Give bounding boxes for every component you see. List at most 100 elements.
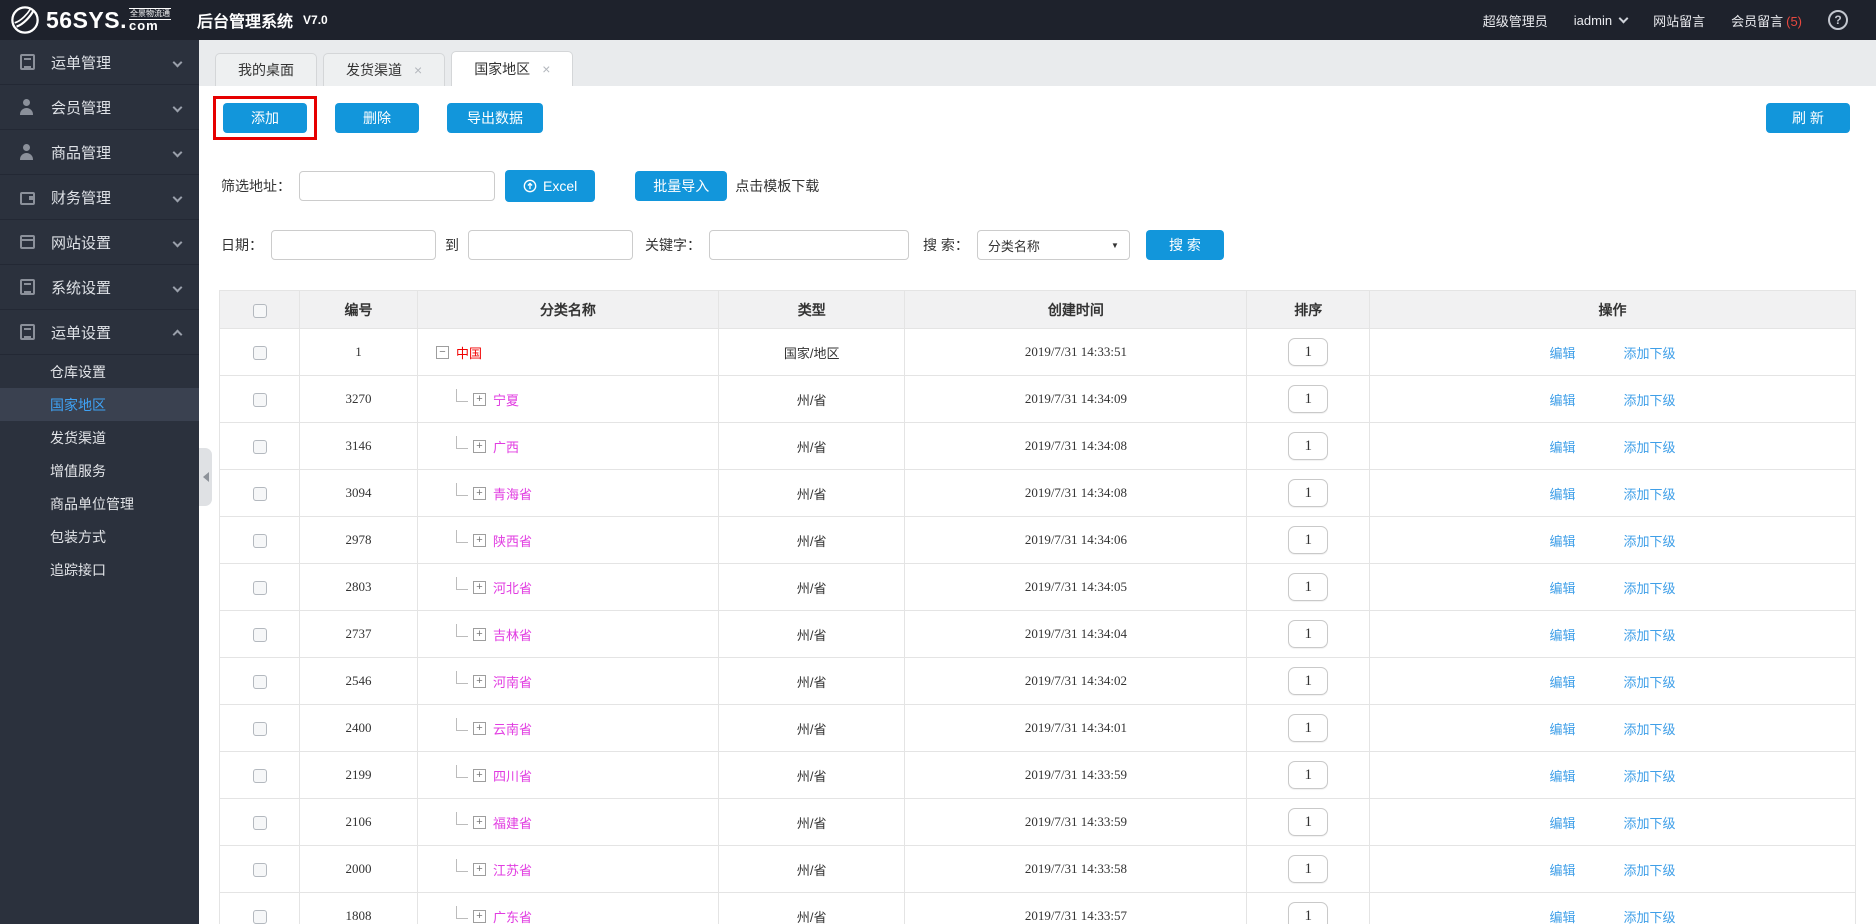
collapse-sidebar-handle[interactable] <box>199 448 212 506</box>
row-checkbox[interactable] <box>253 628 267 642</box>
sidebar-subitem-3[interactable]: 发货渠道 <box>0 421 199 454</box>
sort-input[interactable]: 1 <box>1288 855 1328 883</box>
row-checkbox[interactable] <box>253 675 267 689</box>
region-name[interactable]: 青海省 <box>493 484 532 503</box>
row-checkbox[interactable] <box>253 487 267 501</box>
region-name[interactable]: 福建省 <box>493 813 532 832</box>
row-checkbox[interactable] <box>253 910 267 924</box>
sort-input[interactable]: 1 <box>1288 808 1328 836</box>
sidebar-item-5[interactable]: 网站设置 <box>0 220 199 265</box>
nav-site-messages[interactable]: 网站留言 <box>1653 11 1705 30</box>
edit-link[interactable]: 编辑 <box>1550 719 1576 738</box>
add-child-link[interactable]: 添加下级 <box>1624 343 1676 362</box>
add-child-link[interactable]: 添加下级 <box>1624 484 1676 503</box>
template-download-hint[interactable]: 点击模板下载 <box>735 176 819 196</box>
edit-link[interactable]: 编辑 <box>1550 437 1576 456</box>
row-checkbox[interactable] <box>253 581 267 595</box>
tree-expand-icon[interactable]: + <box>473 393 486 406</box>
row-checkbox[interactable] <box>253 440 267 454</box>
edit-link[interactable]: 编辑 <box>1550 578 1576 597</box>
sidebar-subitem-7[interactable]: 追踪接口 <box>0 553 199 586</box>
region-name[interactable]: 河北省 <box>493 578 532 597</box>
row-checkbox[interactable] <box>253 346 267 360</box>
sidebar-item-6[interactable]: 系统设置 <box>0 265 199 310</box>
sort-input[interactable]: 1 <box>1288 714 1328 742</box>
region-name[interactable]: 广东省 <box>493 907 532 924</box>
edit-link[interactable]: 编辑 <box>1550 672 1576 691</box>
nav-member-messages[interactable]: 会员留言(5) <box>1731 11 1802 30</box>
delete-button[interactable]: 删除 <box>335 103 419 133</box>
sidebar-item-1[interactable]: 运单管理 <box>0 40 199 85</box>
tree-expand-icon[interactable]: + <box>473 675 486 688</box>
refresh-button[interactable]: 刷 新 <box>1766 103 1850 133</box>
row-checkbox[interactable] <box>253 863 267 877</box>
sort-input[interactable]: 1 <box>1288 902 1328 924</box>
region-name[interactable]: 吉林省 <box>493 625 532 644</box>
tree-expand-icon[interactable]: + <box>473 581 486 594</box>
tab-close-icon[interactable]: × <box>542 62 550 76</box>
sort-input[interactable]: 1 <box>1288 338 1328 366</box>
row-checkbox[interactable] <box>253 816 267 830</box>
region-name[interactable]: 云南省 <box>493 719 532 738</box>
sidebar-subitem-1[interactable]: 仓库设置 <box>0 355 199 388</box>
edit-link[interactable]: 编辑 <box>1550 625 1576 644</box>
sort-input[interactable]: 1 <box>1288 620 1328 648</box>
add-button[interactable]: 添加 <box>223 103 307 133</box>
add-child-link[interactable]: 添加下级 <box>1624 390 1676 409</box>
edit-link[interactable]: 编辑 <box>1550 390 1576 409</box>
sort-input[interactable]: 1 <box>1288 479 1328 507</box>
date-from-input[interactable] <box>271 230 436 260</box>
region-name[interactable]: 广西 <box>493 437 519 456</box>
row-checkbox[interactable] <box>253 722 267 736</box>
row-checkbox[interactable] <box>253 393 267 407</box>
add-child-link[interactable]: 添加下级 <box>1624 719 1676 738</box>
tree-collapse-icon[interactable]: − <box>436 346 449 359</box>
edit-link[interactable]: 编辑 <box>1550 766 1576 785</box>
tree-expand-icon[interactable]: + <box>473 722 486 735</box>
sidebar-item-7[interactable]: 运单设置 <box>0 310 199 355</box>
bulk-import-button[interactable]: 批量导入 <box>635 171 727 201</box>
sidebar-subitem-2[interactable]: 国家地区 <box>0 388 199 421</box>
date-to-input[interactable] <box>468 230 633 260</box>
add-child-link[interactable]: 添加下级 <box>1624 531 1676 550</box>
region-name[interactable]: 宁夏 <box>493 390 519 409</box>
tab-close-icon[interactable]: × <box>414 63 422 77</box>
region-name[interactable]: 河南省 <box>493 672 532 691</box>
tree-expand-icon[interactable]: + <box>473 769 486 782</box>
add-child-link[interactable]: 添加下级 <box>1624 860 1676 879</box>
sidebar-subitem-6[interactable]: 包装方式 <box>0 520 199 553</box>
add-child-link[interactable]: 添加下级 <box>1624 813 1676 832</box>
keyword-input[interactable] <box>709 230 909 260</box>
region-name[interactable]: 中国 <box>456 343 482 362</box>
sidebar-subitem-4[interactable]: 增值服务 <box>0 454 199 487</box>
row-checkbox[interactable] <box>253 769 267 783</box>
edit-link[interactable]: 编辑 <box>1550 484 1576 503</box>
sort-input[interactable]: 1 <box>1288 573 1328 601</box>
sort-input[interactable]: 1 <box>1288 526 1328 554</box>
sidebar-item-4[interactable]: 财务管理 <box>0 175 199 220</box>
edit-link[interactable]: 编辑 <box>1550 343 1576 362</box>
excel-button[interactable]: Excel <box>505 170 595 202</box>
search-button[interactable]: 搜 索 <box>1146 230 1224 260</box>
add-child-link[interactable]: 添加下级 <box>1624 578 1676 597</box>
edit-link[interactable]: 编辑 <box>1550 813 1576 832</box>
tree-expand-icon[interactable]: + <box>473 534 486 547</box>
tree-expand-icon[interactable]: + <box>473 487 486 500</box>
tree-expand-icon[interactable]: + <box>473 628 486 641</box>
export-data-button[interactable]: 导出数据 <box>447 103 543 133</box>
sort-input[interactable]: 1 <box>1288 761 1328 789</box>
add-child-link[interactable]: 添加下级 <box>1624 907 1676 924</box>
row-checkbox[interactable] <box>253 534 267 548</box>
tree-expand-icon[interactable]: + <box>473 910 486 923</box>
sort-input[interactable]: 1 <box>1288 385 1328 413</box>
sort-input[interactable]: 1 <box>1288 667 1328 695</box>
tab-3[interactable]: 国家地区 × <box>451 51 573 86</box>
add-child-link[interactable]: 添加下级 <box>1624 437 1676 456</box>
sidebar-subitem-5[interactable]: 商品单位管理 <box>0 487 199 520</box>
user-menu[interactable]: iadmin <box>1574 13 1627 28</box>
add-child-link[interactable]: 添加下级 <box>1624 766 1676 785</box>
region-name[interactable]: 四川省 <box>493 766 532 785</box>
add-child-link[interactable]: 添加下级 <box>1624 672 1676 691</box>
sidebar-item-2[interactable]: 会员管理 <box>0 85 199 130</box>
edit-link[interactable]: 编辑 <box>1550 860 1576 879</box>
